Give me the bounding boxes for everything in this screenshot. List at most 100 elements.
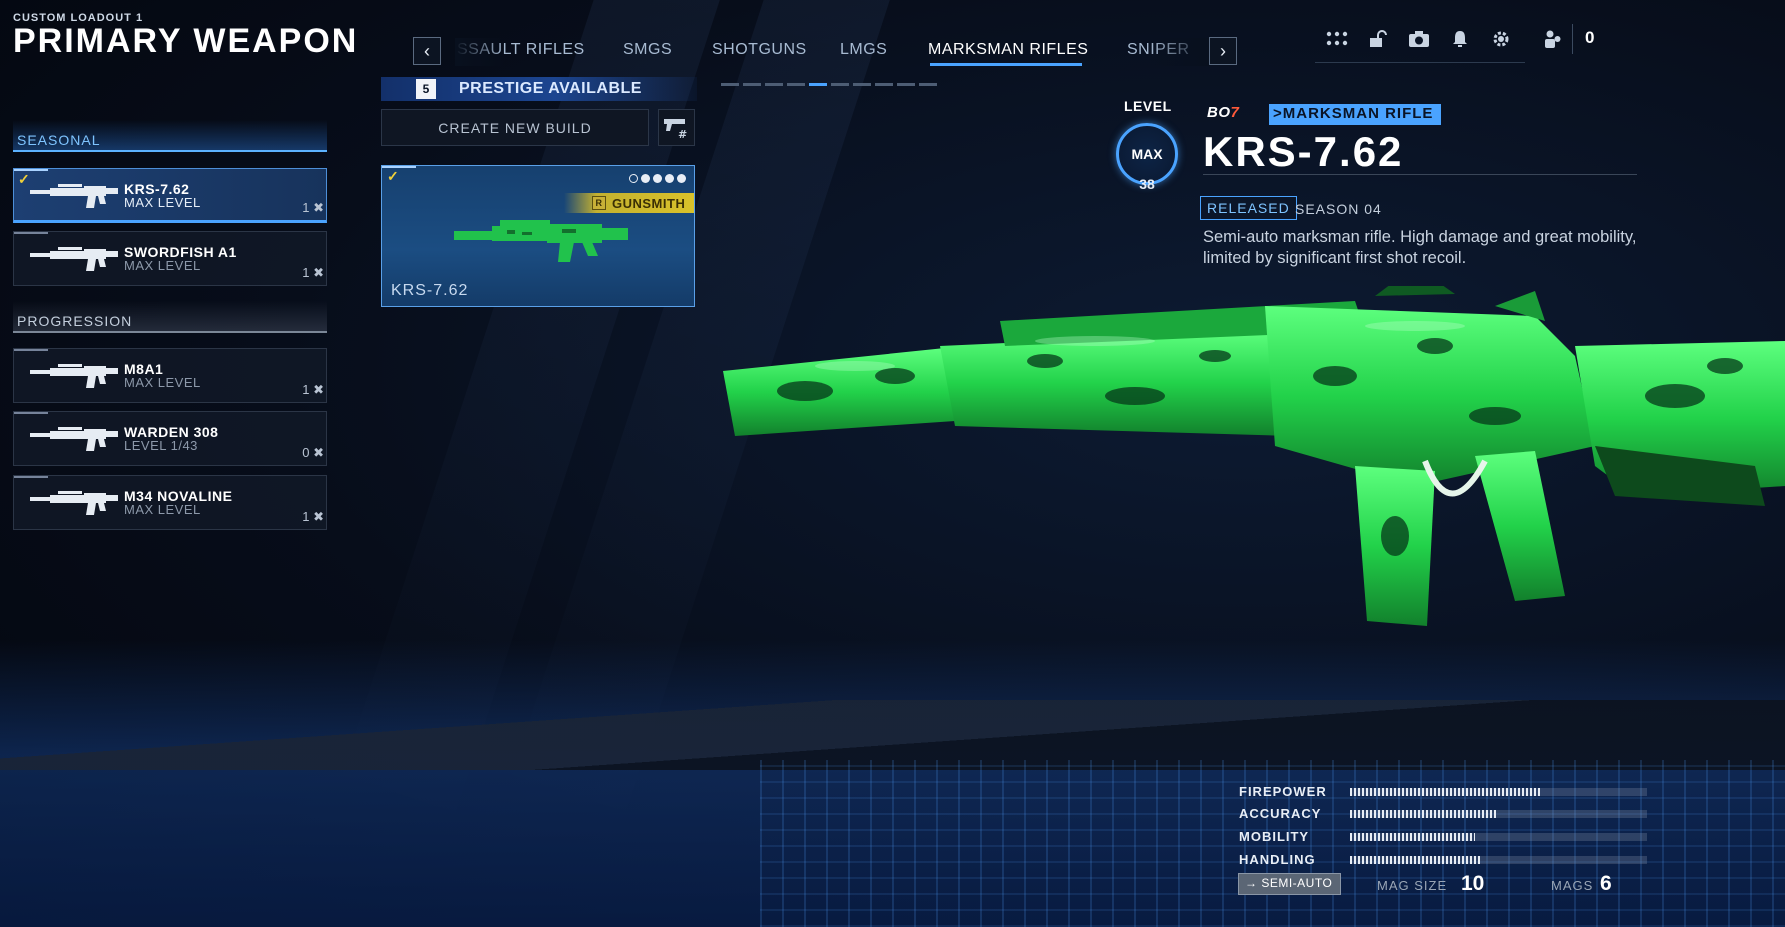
page-dot: [721, 83, 739, 86]
weapon-item-level: MAX LEVEL: [124, 502, 201, 517]
weapon-item-level: MAX LEVEL: [124, 258, 201, 273]
weapon-name: KRS-7.62: [1203, 128, 1404, 175]
page-dot: [743, 83, 761, 86]
weapon-item-notch: [14, 349, 48, 351]
mags-label: MAGS: [1551, 878, 1594, 893]
weapon-item-m34-novaline[interactable]: M34 NOVALINE MAX LEVEL 1 ✖: [13, 475, 327, 530]
apps-grid-icon[interactable]: [1322, 26, 1352, 52]
stat-bar-fill: [1350, 833, 1475, 841]
unlock-icon[interactable]: [1363, 26, 1393, 52]
chevron-left-icon: ‹: [424, 40, 430, 61]
weapon-description: Semi-auto marksman rifle. High damage an…: [1203, 228, 1637, 267]
build-code-button[interactable]: #: [658, 109, 695, 146]
svg-text:#: #: [678, 128, 687, 140]
attachment-slot-dot: [677, 174, 686, 183]
stat-bar-fill: [1350, 856, 1481, 864]
stat-bar-track: [1350, 833, 1647, 841]
tab-smgs[interactable]: SMGS: [623, 41, 672, 59]
weapon-item-krs-7-62[interactable]: ✓ KRS-7.62 MAX LEVEL 1 ✖: [13, 168, 327, 223]
attachment-slot-dot: [641, 174, 650, 183]
fire-mode-label: SEMI-AUTO: [1261, 876, 1333, 890]
stat-bar-track: [1350, 788, 1647, 796]
blueprint-count: 1 ✖: [302, 265, 324, 281]
build-weapon-thumbnail: [454, 220, 628, 262]
gear-icon[interactable]: [1486, 26, 1516, 52]
build-name: KRS-7.62: [391, 282, 469, 299]
attachment-slot-indicator: [629, 174, 686, 183]
weapon-thumbnail: [28, 486, 120, 518]
currency-value: 0: [1585, 28, 1595, 47]
weapon-item-warden-308[interactable]: WARDEN 308 LEVEL 1/43 0 ✖: [13, 411, 327, 466]
weapon-item-notch: [14, 232, 48, 234]
blueprint-count: 1 ✖: [302, 509, 324, 525]
prestige-label: PRESTIGE AVAILABLE: [459, 80, 642, 97]
blueprint-icon: ✖: [309, 509, 324, 524]
weapon-item-notch: [14, 412, 48, 414]
weapon-item-m8a1[interactable]: M8A1 MAX LEVEL 1 ✖: [13, 348, 327, 403]
blueprint-icon: ✖: [309, 200, 324, 215]
chevron-right-icon: ›: [1220, 40, 1226, 61]
gunsmith-icon: R: [592, 196, 606, 210]
fire-mode-badge: → SEMI-AUTO: [1238, 873, 1342, 895]
blueprint-icon: ✖: [309, 265, 324, 280]
currency-divider: [1572, 24, 1573, 54]
weapon-item-level: MAX LEVEL: [124, 375, 201, 390]
attachment-slot-dot: [653, 174, 662, 183]
page-dot: [875, 83, 893, 86]
build-card[interactable]: ✓ R GUNSMITH KRS-7.62: [381, 165, 695, 307]
section-header-seasonal: SEASONAL: [13, 120, 327, 152]
weapon-thumbnail: [28, 422, 120, 454]
stat-label: ACCURACY: [1239, 806, 1322, 821]
bell-icon[interactable]: [1445, 26, 1475, 52]
camera-icon[interactable]: [1404, 26, 1434, 52]
mag-size-label: MAG SIZE: [1377, 878, 1448, 893]
create-new-build-button[interactable]: CREATE NEW BUILD: [381, 109, 649, 146]
weapon-3d-render[interactable]: [715, 286, 1785, 726]
tabs-fade-right: [1150, 38, 1210, 66]
level-number: 38: [1139, 176, 1155, 192]
game-logo-accent: 7: [1230, 104, 1240, 121]
tab-lmgs[interactable]: LMGS: [840, 41, 887, 59]
tabs-prev-button[interactable]: ‹: [413, 37, 441, 65]
social-icon[interactable]: [1537, 26, 1567, 52]
stat-label: MOBILITY: [1239, 829, 1310, 844]
game-logo-main: BO: [1207, 104, 1231, 121]
tab-marksman-rifles[interactable]: MARKSMAN RIFLES: [928, 41, 1088, 59]
prestige-level-badge: 5: [416, 79, 436, 99]
fire-mode-icon: →: [1245, 876, 1262, 890]
page-dot: [897, 83, 915, 86]
blueprint-icon: ✖: [309, 445, 324, 460]
season-label: SEASON 04: [1295, 201, 1382, 217]
weapon-thumbnail: [28, 242, 120, 274]
equipped-check-icon: ✓: [387, 168, 399, 184]
page-dot: [853, 83, 871, 86]
stat-label: HANDLING: [1239, 852, 1316, 867]
weapon-item-level: LEVEL 1/43: [124, 438, 198, 453]
stat-bar-track: [1350, 810, 1647, 818]
tabs-next-button[interactable]: ›: [1209, 37, 1237, 65]
weapon-thumbnail: [28, 179, 120, 211]
stat-label: FIREPOWER: [1239, 784, 1327, 799]
gunsmith-tag-label: GUNSMITH: [612, 195, 686, 211]
weapon-item-swordfish-a1[interactable]: SWORDFISH A1 MAX LEVEL 1 ✖: [13, 231, 327, 286]
page-dot: [765, 83, 783, 86]
top-icons-divider: [1315, 62, 1525, 63]
released-badge: RELEASED: [1200, 196, 1297, 220]
tab-shotguns[interactable]: SHOTGUNS: [712, 41, 807, 59]
page-dot: [831, 83, 849, 86]
page-title: PRIMARY WEAPON: [13, 22, 359, 60]
level-label: LEVEL: [1124, 98, 1172, 114]
weapon-name-underline: [1203, 174, 1637, 175]
blueprint-count: 1 ✖: [302, 382, 324, 398]
page-dot: [919, 83, 937, 86]
stat-bar-fill: [1350, 810, 1496, 818]
level-max: MAX: [1131, 146, 1163, 162]
page-dot: [787, 83, 805, 86]
attachment-slot-dot: [665, 174, 674, 183]
weapon-thumbnail: [28, 359, 120, 391]
game-logo: BO7: [1207, 104, 1239, 121]
stat-bar-fill: [1350, 788, 1541, 796]
mag-size-value: 10: [1461, 872, 1485, 895]
prestige-banner[interactable]: 5 PRESTIGE AVAILABLE: [381, 77, 697, 101]
attachment-slot-dot: [629, 174, 638, 183]
